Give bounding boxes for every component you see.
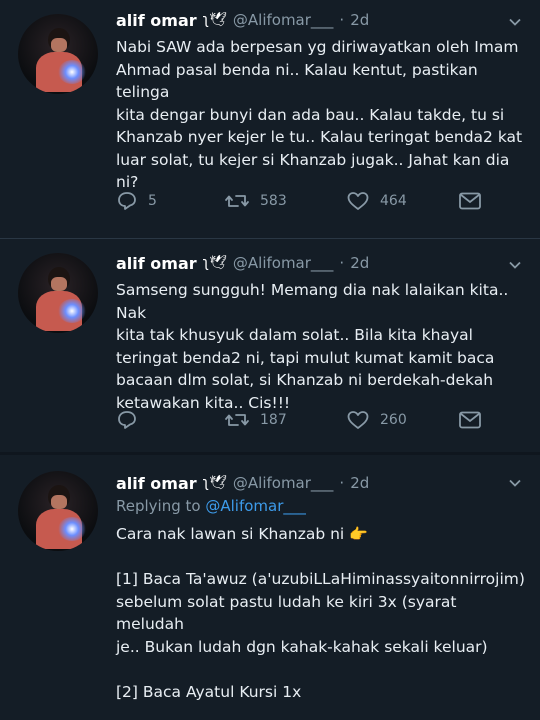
tweet-header: alif omar ʅ🕊 @Alifomar___ · 2d (116, 471, 369, 495)
tweet-actions: 5 583 464 (116, 188, 496, 214)
pointing-hand-icon: 👉 (349, 525, 368, 543)
tweet-header: alif omar ʅ🕊 @Alifomar___ · 2d (116, 8, 369, 32)
message-button[interactable] (458, 191, 482, 211)
author-handle[interactable]: @Alifomar___ (233, 11, 334, 29)
tweet-text: Samseng sungguh! Memang dia nak lalaikan… (116, 281, 509, 412)
tweet-actions: 187 260 (116, 407, 496, 433)
tweet-text: Nabi SAW ada berpesan yg diriwayatkan ol… (116, 38, 523, 191)
reply-count: 5 (148, 193, 157, 209)
replying-mention-link[interactable]: @Alifomar___ (205, 497, 306, 515)
message-icon (458, 191, 482, 211)
author-badge: ʅ🕊 (202, 255, 227, 271)
tweet-time[interactable]: 2d (350, 11, 369, 29)
tweet-body: [1] Baca Ta'awuz (a'uzubiLLaHiminassyait… (116, 570, 525, 701)
author-name[interactable]: alif omar (116, 474, 197, 493)
tweet: alif omar ʅ🕊 @Alifomar___ · 2d Replying … (0, 452, 540, 720)
retweet-button[interactable]: 187 (224, 409, 346, 431)
retweet-icon (224, 409, 250, 431)
separator-dot: · (339, 474, 345, 492)
reply-button[interactable]: 5 (116, 190, 224, 212)
author-badge: ʅ🕊 (202, 12, 227, 28)
message-button[interactable] (458, 410, 482, 430)
tweet-intro: Cara nak lawan si Khanzab ni (116, 525, 345, 543)
tweet-text: Cara nak lawan si Khanzab ni 👉 [1] Baca … (116, 523, 528, 720)
like-icon (346, 409, 370, 431)
avatar[interactable] (18, 253, 98, 333)
replying-to: Replying to @Alifomar___ (116, 497, 306, 515)
tweet: alif omar ʅ🕊 @Alifomar___ · 2d Nabi SAW … (0, 0, 540, 232)
retweet-count: 187 (260, 412, 287, 428)
like-button[interactable]: 464 (346, 190, 458, 212)
reply-icon (116, 409, 138, 431)
reply-icon (116, 190, 138, 212)
chevron-down-icon[interactable] (508, 14, 522, 28)
separator-dot: · (339, 254, 345, 272)
author-handle[interactable]: @Alifomar___ (233, 254, 334, 272)
retweet-icon (224, 190, 250, 212)
chevron-down-icon[interactable] (508, 257, 522, 271)
like-count: 464 (380, 193, 407, 209)
like-button[interactable]: 260 (346, 409, 458, 431)
avatar[interactable] (18, 471, 98, 551)
author-name[interactable]: alif omar (116, 254, 197, 273)
reply-button[interactable] (116, 409, 224, 431)
retweet-count: 583 (260, 193, 287, 209)
author-handle[interactable]: @Alifomar___ (233, 474, 334, 492)
tweet: alif omar ʅ🕊 @Alifomar___ · 2d Samseng s… (0, 238, 540, 448)
like-icon (346, 190, 370, 212)
tweet-time[interactable]: 2d (350, 254, 369, 272)
tweet-time[interactable]: 2d (350, 474, 369, 492)
chevron-down-icon[interactable] (508, 475, 522, 489)
author-name[interactable]: alif omar (116, 11, 197, 30)
like-count: 260 (380, 412, 407, 428)
message-icon (458, 410, 482, 430)
replying-prefix: Replying to (116, 497, 201, 515)
author-badge: ʅ🕊 (202, 475, 227, 491)
tweet-header: alif omar ʅ🕊 @Alifomar___ · 2d (116, 251, 369, 275)
separator-dot: · (339, 11, 345, 29)
avatar[interactable] (18, 14, 98, 94)
retweet-button[interactable]: 583 (224, 190, 346, 212)
